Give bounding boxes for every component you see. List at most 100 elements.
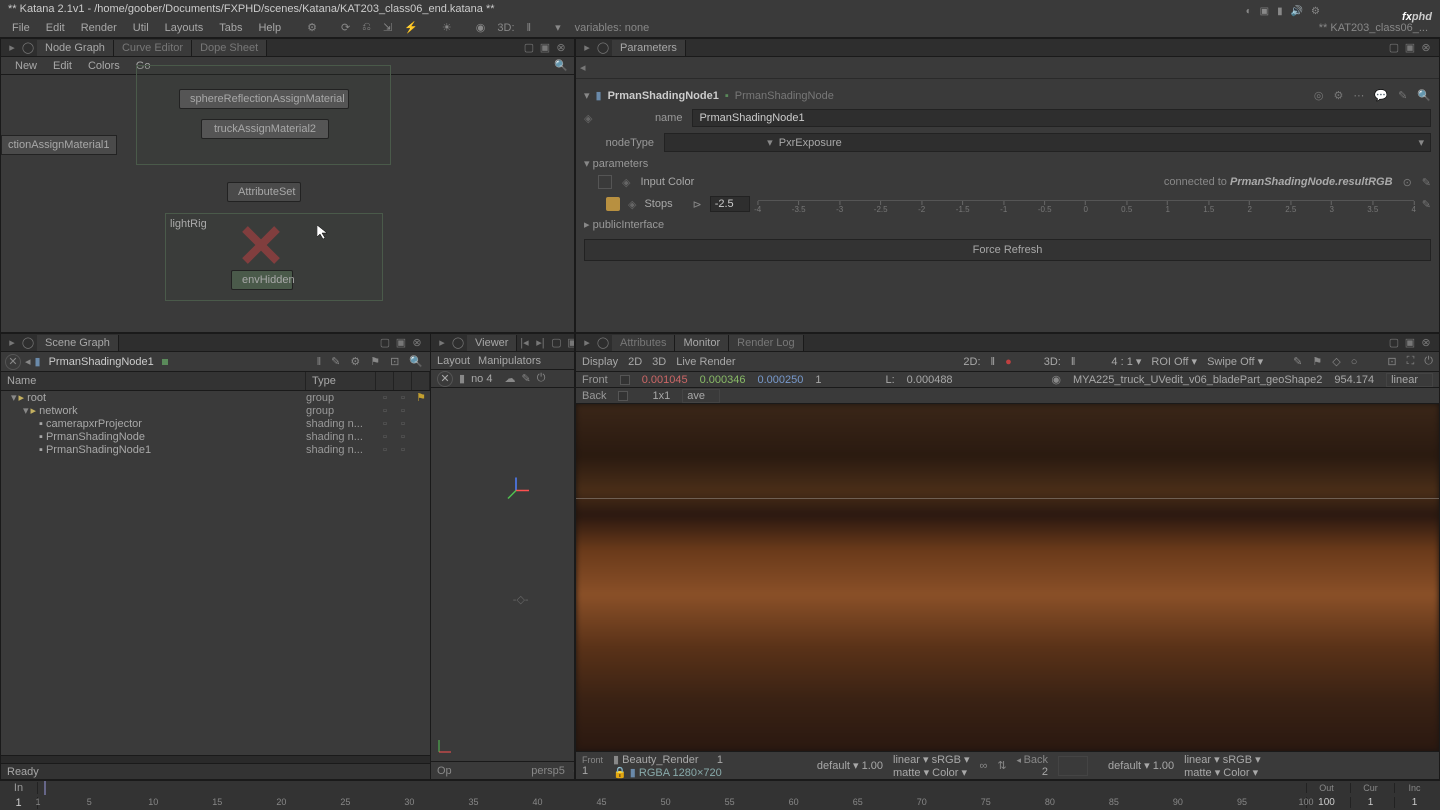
- panel-float-icon[interactable]: ▣: [538, 41, 552, 55]
- mon-liverender[interactable]: Live Render: [676, 356, 735, 368]
- panel-float-icon[interactable]: ▣: [1403, 336, 1417, 350]
- tree-row[interactable]: ▾▸ rootgroup▫▫⚑: [1, 391, 430, 404]
- node-envhidden[interactable]: envHidden: [231, 270, 293, 290]
- panel-lock-icon[interactable]: ◯: [451, 336, 465, 350]
- panel-close-icon[interactable]: ⊗: [1419, 336, 1433, 350]
- gear-icon[interactable]: ⚙: [301, 19, 323, 36]
- header-name[interactable]: Name: [1, 372, 306, 390]
- tl-cur-value[interactable]: 1: [1368, 797, 1374, 808]
- tab-dopesheet[interactable]: Dope Sheet: [192, 40, 267, 56]
- search-icon[interactable]: 🔍: [1417, 89, 1431, 102]
- nodegraph-canvas[interactable]: ctionAssignMaterial1 sphereReflectionAss…: [1, 75, 574, 332]
- mon-display[interactable]: Display: [582, 356, 618, 368]
- nodetype-dropdown[interactable]: ▾ PxrExposure▾: [664, 133, 1431, 152]
- tab-nodegraph[interactable]: Node Graph: [37, 40, 114, 56]
- chat-icon[interactable]: 💬: [1374, 89, 1388, 102]
- timeline-ruler-numbers[interactable]: 1510152025303540455055606570758085909510…: [38, 796, 1306, 810]
- panel-max-icon[interactable]: ▢: [1387, 41, 1401, 55]
- wrench-icon[interactable]: ✎: [1398, 89, 1407, 102]
- header-col2[interactable]: [394, 372, 412, 390]
- vw-manipulators[interactable]: Manipulators: [478, 355, 541, 367]
- monitor-render-view[interactable]: [576, 404, 1439, 751]
- dropdown-icon[interactable]: ▾: [549, 19, 567, 36]
- panel-close-icon[interactable]: ⊗: [1419, 41, 1433, 55]
- panel-lock-icon[interactable]: ◯: [596, 41, 610, 55]
- swap-icon[interactable]: ⇅: [997, 759, 1006, 772]
- gear-icon[interactable]: ⚙: [1334, 89, 1344, 102]
- wrench-icon[interactable]: ✎: [1422, 176, 1431, 189]
- vw-power-icon[interactable]: ⏻: [537, 372, 546, 385]
- menu-util[interactable]: Util: [125, 20, 157, 36]
- mon-linear-dropdown[interactable]: linear ▾: [893, 754, 928, 766]
- tree-row[interactable]: ▪ PrmanShadingNode1shading n...▫▫: [1, 443, 430, 456]
- panel-menu-icon[interactable]: ▸: [5, 41, 19, 55]
- tree-row[interactable]: ▾▸ networkgroup▫▫: [1, 404, 430, 417]
- pause-icon[interactable]: ‖: [314, 356, 325, 368]
- node-lightrig-disabled[interactable]: [241, 225, 281, 268]
- mon-record-icon[interactable]: ●: [1005, 356, 1012, 368]
- mon-matte2-dropdown[interactable]: matte ▾: [1184, 767, 1220, 779]
- viewer-canvas[interactable]: -◇-: [431, 388, 575, 761]
- menu-help[interactable]: Help: [250, 20, 289, 36]
- mon-power-icon[interactable]: ⏻: [1424, 355, 1433, 368]
- playhead[interactable]: [44, 781, 46, 795]
- flush-icon[interactable]: ⇲: [377, 19, 398, 36]
- mon-default2-dropdown[interactable]: default ▾: [1108, 760, 1150, 772]
- menu-tabs[interactable]: Tabs: [211, 20, 250, 36]
- scenegraph-tree[interactable]: ▾▸ rootgroup▫▫⚑ ▾▸ networkgroup▫▫ ▪ came…: [1, 391, 430, 755]
- panel-close-icon[interactable]: ⊗: [410, 336, 424, 350]
- vw-brush-icon[interactable]: ✎: [521, 372, 530, 385]
- edit-icon[interactable]: ✎: [328, 355, 343, 368]
- wand-icon[interactable]: ⚡: [398, 19, 424, 36]
- menu-render[interactable]: Render: [73, 20, 125, 36]
- mon-color2-dropdown[interactable]: Color ▾: [1223, 767, 1258, 779]
- tree-row[interactable]: ▪ camerapxrProjectorshading n...▫▫: [1, 417, 430, 430]
- gear-icon[interactable]: ⚙: [347, 355, 363, 368]
- mon-pen-icon[interactable]: ✎: [1293, 355, 1302, 368]
- bookmark-icon[interactable]: ⚑: [367, 355, 383, 368]
- mon-scale[interactable]: 4 : 1 ▾: [1111, 355, 1141, 368]
- vw-clear-button[interactable]: ✕: [437, 371, 453, 387]
- tab-monitor[interactable]: Monitor: [675, 335, 729, 351]
- node-attributeset[interactable]: AttributeSet: [227, 182, 301, 202]
- orbit-icon[interactable]: ◉: [470, 19, 492, 36]
- panel-menu-icon[interactable]: ▸: [580, 41, 594, 55]
- tab-viewer[interactable]: Viewer: [467, 335, 517, 351]
- tl-inc-value[interactable]: 1: [1412, 797, 1418, 808]
- panel-max-icon[interactable]: ▢: [549, 336, 563, 350]
- sg-scrollbar[interactable]: [1, 755, 430, 763]
- panel-float-icon[interactable]: ▣: [565, 336, 575, 350]
- panel-menu-icon[interactable]: ▸: [435, 336, 449, 350]
- menu-layouts[interactable]: Layouts: [157, 20, 212, 36]
- force-refresh-button[interactable]: Force Refresh: [584, 239, 1431, 261]
- tab-curveeditor[interactable]: Curve Editor: [114, 40, 192, 56]
- section-parameters[interactable]: parameters: [584, 155, 1431, 172]
- stops-value[interactable]: [710, 196, 750, 212]
- panel-menu-icon[interactable]: ▸: [5, 336, 19, 350]
- header-col1[interactable]: [376, 372, 394, 390]
- ng-new[interactable]: New: [7, 58, 45, 74]
- mon-2d[interactable]: 2D: [628, 356, 642, 368]
- node-sphere-reflection[interactable]: sphereReflectionAssignMaterial: [179, 89, 349, 109]
- menu-edit[interactable]: Edit: [38, 20, 73, 36]
- mon-circle-icon[interactable]: ○: [1351, 356, 1358, 368]
- panel-max-icon[interactable]: ▢: [1387, 336, 1401, 350]
- plug-icon[interactable]: ⊙: [1403, 176, 1412, 189]
- panel-max-icon[interactable]: ▢: [378, 336, 392, 350]
- panel-menu-icon[interactable]: ▸: [580, 336, 594, 350]
- panel-max-icon[interactable]: ▢: [522, 41, 536, 55]
- cache-icon[interactable]: ⎌: [356, 19, 377, 36]
- mon-3d[interactable]: 3D: [652, 356, 666, 368]
- mon-roi[interactable]: ROI Off ▾: [1151, 355, 1197, 368]
- mon-srgb-dropdown[interactable]: sRGB ▾: [932, 754, 970, 766]
- panel-lock-icon[interactable]: ◯: [21, 41, 35, 55]
- link-icon[interactable]: ⋯: [1353, 89, 1364, 102]
- header-type[interactable]: Type: [306, 372, 376, 390]
- section-publicinterface[interactable]: publicInterface: [584, 216, 1431, 233]
- prev-icon[interactable]: |◂: [517, 336, 531, 350]
- params-breadcrumb[interactable]: ◂: [576, 57, 1439, 79]
- wrench-icon[interactable]: ✎: [1422, 198, 1431, 211]
- tab-renderlog[interactable]: Render Log: [729, 335, 804, 351]
- next-icon[interactable]: ▸|: [533, 336, 547, 350]
- stops-slider[interactable]: -4 -3.5 -3 -2.5 -2 -1.5 -1 -0.5 0 0.5 1 …: [758, 200, 1414, 212]
